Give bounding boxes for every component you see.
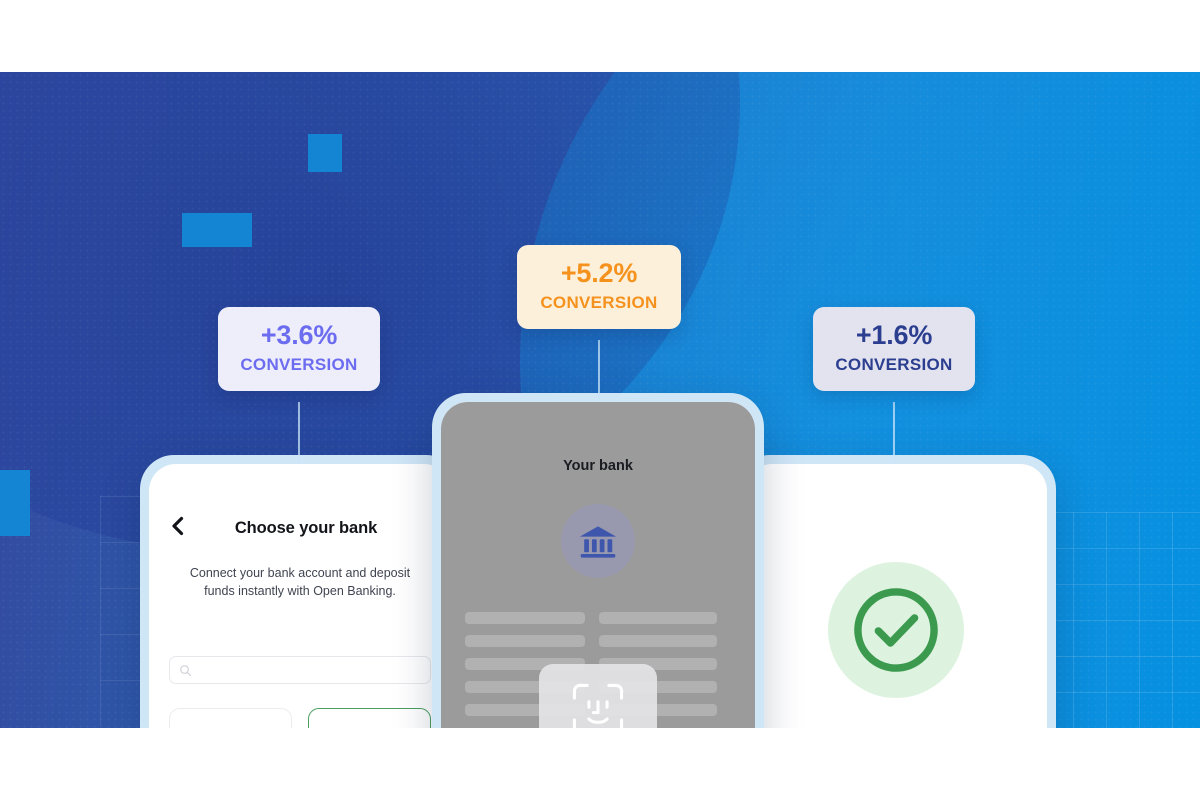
conversion-percent: +3.6% bbox=[260, 320, 338, 350]
skeleton-row bbox=[465, 612, 731, 624]
bank-icon bbox=[209, 727, 253, 728]
phone-center-title: Your bank bbox=[563, 458, 633, 474]
success-circle bbox=[828, 562, 964, 698]
search-input[interactable] bbox=[198, 664, 421, 677]
hero-section: Choose your bank Connect your bank accou… bbox=[0, 72, 1200, 728]
phone-mockup-left: Choose your bank Connect your bank accou… bbox=[140, 455, 460, 728]
conversion-badge-right: +1.6% CONVERSION bbox=[813, 307, 975, 392]
bank-icon bbox=[579, 526, 617, 558]
conversion-badge-left: +3.6% CONVERSION bbox=[218, 307, 380, 392]
badge-connector-right bbox=[893, 402, 895, 460]
phone-mockup-right: Payment successfully processed! bbox=[736, 455, 1056, 728]
bank-logo-circle bbox=[561, 504, 635, 578]
conversion-percent: +5.2% bbox=[560, 258, 638, 288]
skeleton-bar bbox=[465, 635, 585, 647]
bank-card-unselected[interactable] bbox=[169, 708, 292, 728]
bank-logo-wrap bbox=[441, 504, 755, 578]
skeleton-bar bbox=[599, 612, 717, 624]
phone-center-content: Your bank bbox=[441, 402, 755, 728]
phone-right-screen: Payment successfully processed! bbox=[745, 464, 1047, 728]
phone-center-screen: Your bank bbox=[441, 402, 755, 728]
decor-grid-right bbox=[1040, 512, 1200, 728]
face-id-card[interactable]: Face ID bbox=[539, 664, 657, 728]
search-icon bbox=[179, 664, 192, 677]
skeleton-row bbox=[465, 635, 731, 647]
check-circle-icon bbox=[854, 588, 938, 672]
phone-left-screen: Choose your bank Connect your bank accou… bbox=[149, 464, 451, 728]
page-root: Choose your bank Connect your bank accou… bbox=[0, 0, 1200, 800]
decor-square-left bbox=[0, 470, 30, 536]
badge-connector-center bbox=[598, 340, 600, 398]
conversion-label: CONVERSION bbox=[240, 355, 358, 375]
conversion-label: CONVERSION bbox=[835, 355, 953, 375]
bank-card-list bbox=[169, 708, 431, 728]
bank-card-selected[interactable] bbox=[308, 708, 431, 728]
badge-connector-left bbox=[298, 402, 300, 462]
phone-left-header: Choose your bank bbox=[149, 464, 451, 540]
decor-square-top bbox=[308, 134, 342, 172]
conversion-label: CONVERSION bbox=[540, 293, 658, 313]
phone-left-subtitle: Connect your bank account and deposit fu… bbox=[189, 566, 411, 599]
skeleton-bar bbox=[599, 635, 717, 647]
conversion-percent: +1.6% bbox=[855, 320, 933, 350]
bank-icon bbox=[348, 727, 392, 728]
conversion-badge-center: +5.2% CONVERSION bbox=[517, 245, 681, 330]
bank-search-field[interactable] bbox=[169, 656, 431, 685]
payment-success-panel: Payment successfully processed! bbox=[745, 464, 1047, 728]
skeleton-bar bbox=[465, 612, 585, 624]
decor-square-mid bbox=[182, 213, 252, 247]
phone-left-title: Choose your bank bbox=[234, 518, 378, 537]
face-id-icon bbox=[569, 680, 627, 728]
phone-mockup-center: Your bank bbox=[432, 393, 764, 728]
